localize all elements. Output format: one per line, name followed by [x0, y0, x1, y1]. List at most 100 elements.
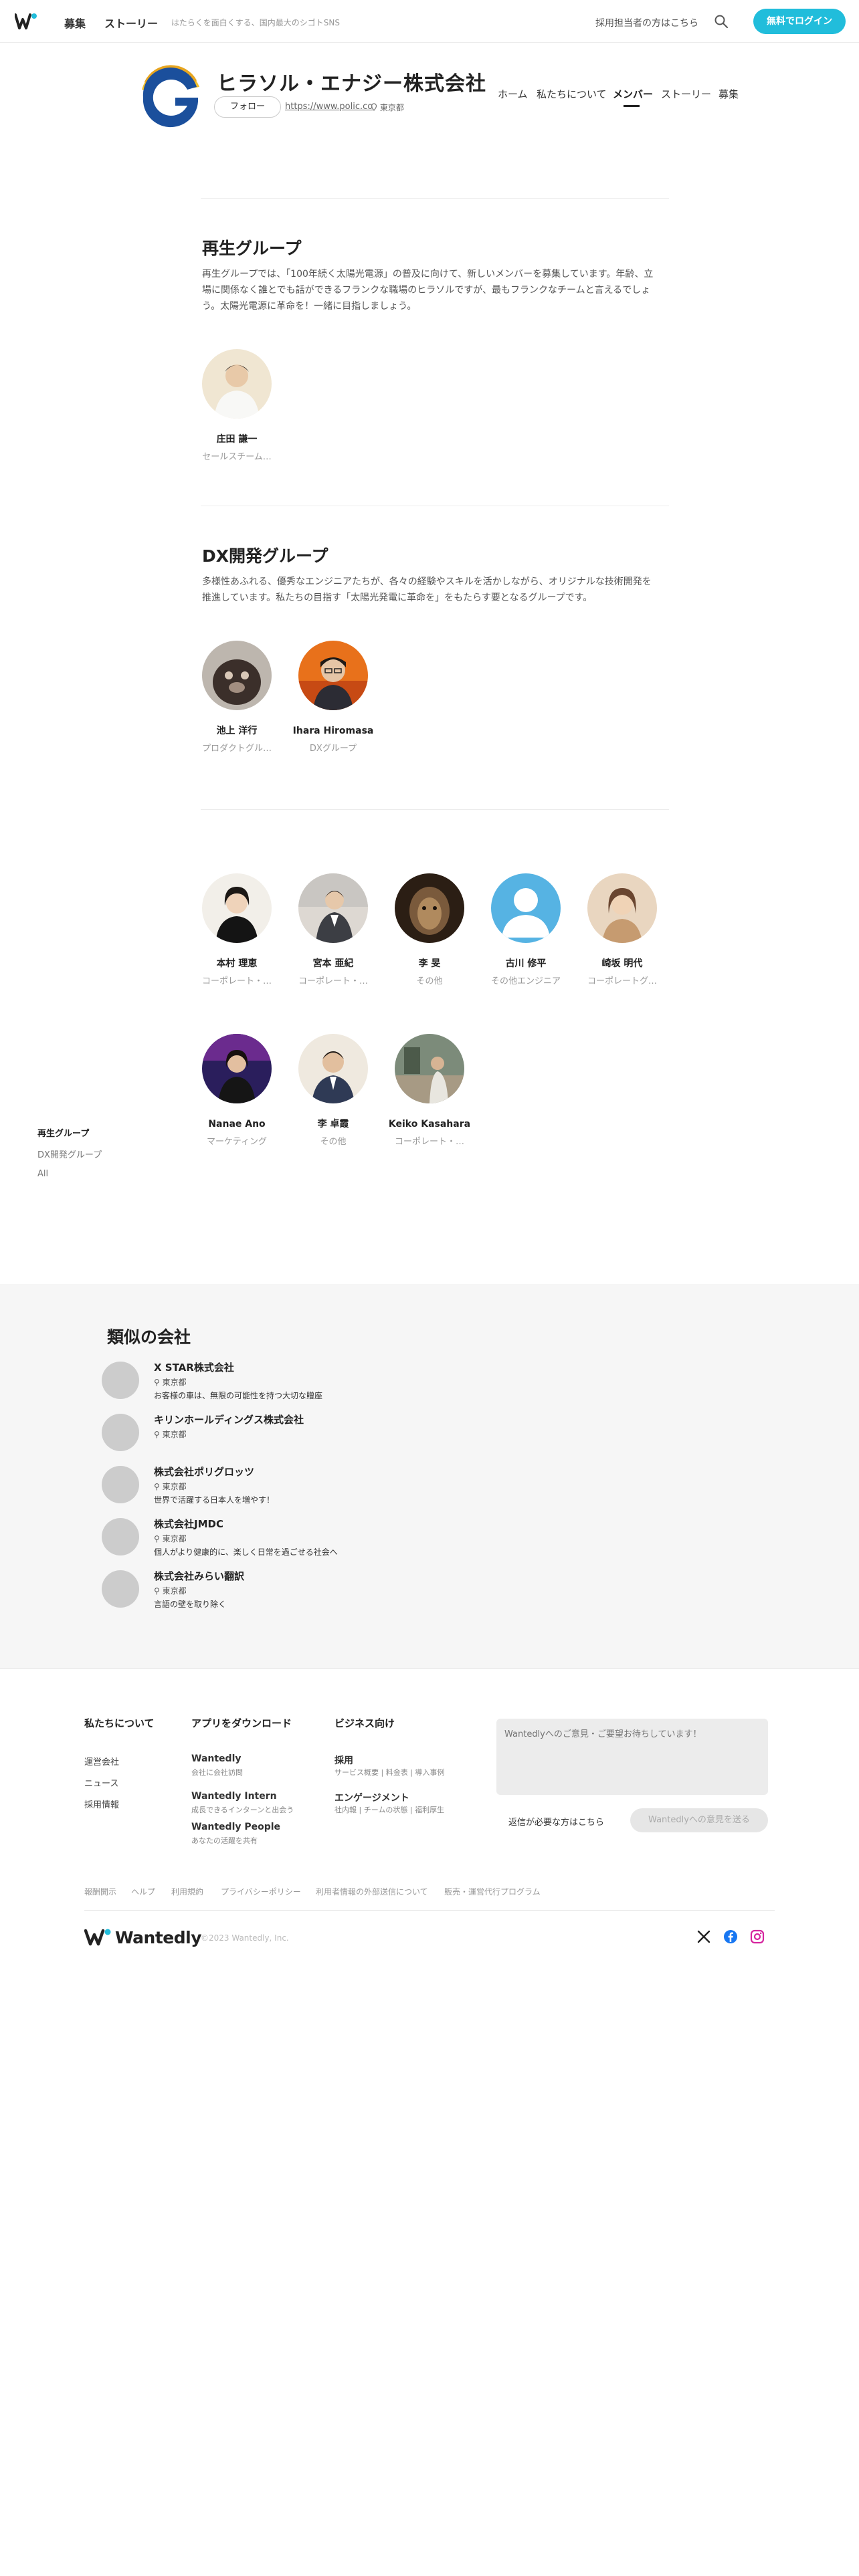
company-location-label: 東京都 — [162, 1586, 187, 1596]
group-description: 再生グループでは、「100年続く太陽光電源」の普及に向けて、新しいメンバーを募集… — [202, 269, 654, 312]
footer-business-heading: ビジネス向け — [335, 1717, 395, 1729]
member-card[interactable]: Ihara Hiromasa DXグループ — [289, 641, 377, 754]
similar-company-item[interactable]: X STAR株式会社 ⚲ 東京都 お客様の車は、無限の可能性を持つ大切な贈座 — [102, 1360, 503, 1403]
member-card[interactable]: Keiko Kasahara コーポレート・… — [385, 1034, 474, 1147]
company-name[interactable]: 株式会社みらい翻訳 — [154, 1569, 244, 1583]
member-name: Ihara Hiromasa — [292, 726, 374, 736]
company-description: 個人がより健康的に、楽しく日常を過ごせる社会へ — [154, 1547, 338, 1557]
company-avatar — [102, 1466, 139, 1503]
footer-biz-sub[interactable]: 社内報 | チームの状態 | 福利厚生 — [335, 1804, 444, 1815]
legal-link[interactable]: 利用規約 — [171, 1886, 203, 1897]
member-card[interactable]: 崎坂 明代 コーポレートグ… — [578, 873, 666, 986]
footer-divider — [0, 1668, 859, 1669]
search-icon[interactable] — [713, 13, 729, 29]
tab-jobs[interactable]: 募集 — [719, 87, 739, 101]
member-avatar — [202, 349, 272, 419]
similar-company-item[interactable]: キリンホールディングス株式会社 ⚲ 東京都 — [102, 1412, 503, 1455]
company-avatar — [102, 1570, 139, 1608]
company-avatar — [102, 1518, 139, 1555]
similar-companies-title: 類似の会社 — [107, 1327, 191, 1347]
side-nav-item-all[interactable]: All — [37, 1169, 48, 1179]
legal-link[interactable]: プライバシーポリシー — [221, 1886, 301, 1897]
footer-app-sub: 成長できるインターンと出会う — [191, 1806, 294, 1814]
member-card[interactable]: Nanae Ano マーケティング — [193, 1034, 281, 1147]
footer-app-sub: あなたの活躍を共有 — [191, 1836, 258, 1845]
member-name: 崎坂 明代 — [601, 958, 643, 969]
recruiter-link[interactable]: 採用担当者の方はこちら — [595, 16, 698, 29]
nav-stories-link[interactable]: ストーリー — [104, 15, 158, 31]
similar-company-item[interactable]: 株式会社JMDC ⚲ 東京都 個人がより健康的に、楽しく日常を過ごせる社会へ — [102, 1517, 503, 1560]
feedback-textarea[interactable] — [496, 1719, 768, 1795]
side-nav-item-dx[interactable]: DX開発グループ — [37, 1148, 102, 1160]
tab-home[interactable]: ホーム — [498, 87, 528, 101]
reply-needed-link[interactable]: 返信が必要な方はこちら — [508, 1815, 604, 1828]
member-card[interactable]: 李 旻 その他 — [385, 873, 474, 986]
x-twitter-icon[interactable] — [696, 1929, 712, 1945]
company-url-link[interactable]: https://www.polic.co — [285, 102, 373, 112]
active-tab-indicator — [624, 105, 640, 107]
facebook-icon[interactable] — [723, 1929, 739, 1945]
footer-apps-heading: アプリをダウンロード — [191, 1717, 292, 1729]
company-location: ⚲ 東京都 — [154, 1533, 187, 1544]
brand-name: Wantedly — [115, 1927, 202, 1947]
similar-company-item[interactable]: 株式会社みらい翻訳 ⚲ 東京都 言語の壁を取り除く — [102, 1569, 503, 1612]
member-avatar — [202, 1034, 272, 1103]
member-card[interactable]: 池上 洋行 プロダクトグル… — [193, 641, 281, 754]
tab-stories[interactable]: ストーリー — [661, 87, 711, 101]
wantedly-logo-icon[interactable] — [15, 13, 37, 30]
follow-button[interactable]: フォロー — [214, 96, 281, 118]
tab-about[interactable]: 私たちについて — [537, 87, 607, 101]
footer-app-intern[interactable]: Wantedly Intern — [191, 1791, 277, 1802]
copyright: ©2023 Wantedly, Inc. — [201, 1933, 289, 1943]
member-avatar — [587, 873, 657, 943]
company-location: ⚲ 東京都 — [154, 1585, 187, 1596]
member-card[interactable]: 本村 理恵 コーポレート・… — [193, 873, 281, 986]
member-role: セールスチーム… — [202, 452, 272, 462]
company-name[interactable]: 株式会社JMDC — [154, 1517, 223, 1531]
member-role: その他 — [416, 976, 443, 986]
similar-company-item[interactable]: 株式会社ポリグロッツ ⚲ 東京都 世界で活躍する日本人を増やす！ — [102, 1465, 503, 1507]
instagram-icon[interactable] — [749, 1929, 765, 1945]
legal-link[interactable]: 販売・運営代行プログラム — [444, 1886, 541, 1897]
footer-biz-engagement[interactable]: エンゲージメント — [335, 1791, 409, 1804]
company-location: ⚲ 東京都 — [154, 1481, 187, 1492]
member-name: 本村 理恵 — [216, 958, 258, 969]
wantedly-logo-icon — [84, 1929, 111, 1946]
member-card[interactable]: 李 卓霞 その他 — [289, 1034, 377, 1147]
footer-link-careers[interactable]: 採用情報 — [84, 1798, 119, 1810]
company-location-label: 東京都 — [162, 1430, 187, 1439]
member-avatar — [202, 873, 272, 943]
nav-jobs-link[interactable]: 募集 — [64, 15, 86, 31]
send-feedback-button[interactable]: Wantedlyへの意見を送る — [630, 1808, 768, 1832]
member-role: その他エンジニア — [490, 976, 561, 986]
tab-members[interactable]: メンバー — [613, 87, 653, 101]
company-name[interactable]: 株式会社ポリグロッツ — [154, 1465, 254, 1479]
login-button[interactable]: 無料でログイン — [753, 9, 846, 34]
footer-link-company[interactable]: 運営会社 — [84, 1755, 119, 1767]
legal-link[interactable]: 利用者情報の外部送信について — [316, 1886, 428, 1897]
member-role: コーポレートグ… — [587, 976, 657, 986]
legal-link[interactable]: ヘルプ — [131, 1886, 155, 1897]
company-description: お客様の車は、無限の可能性を持つ大切な贈座 — [154, 1391, 323, 1400]
member-card[interactable]: 庄田 謙一 セールスチーム… — [193, 349, 281, 462]
member-avatar — [202, 641, 272, 710]
wantedly-footer-logo[interactable]: Wantedly — [84, 1926, 202, 1949]
side-nav-item-regeneration[interactable]: 再生グループ — [37, 1126, 89, 1139]
member-name: 李 旻 — [418, 958, 441, 969]
footer-biz-sub[interactable]: サービス概要 | 料金表 | 導入事例 — [335, 1767, 444, 1778]
footer-link-news[interactable]: ニュース — [84, 1776, 118, 1789]
member-card[interactable]: 古川 修平 その他エンジニア — [482, 873, 570, 986]
legal-link[interactable]: 報酬開示 — [84, 1886, 116, 1897]
footer-app-sub: 会社に会社訪問 — [191, 1768, 243, 1777]
member-card[interactable]: 宮本 亜紀 コーポレート・… — [289, 873, 377, 986]
footer-app-people[interactable]: Wantedly People — [191, 1822, 280, 1832]
footer-app-wantedly[interactable]: Wantedly — [191, 1753, 242, 1764]
company-description: 世界で活躍する日本人を増やす！ — [154, 1495, 275, 1505]
location-pin-icon: ⚲ — [154, 1430, 163, 1439]
company-name[interactable]: キリンホールディングス株式会社 — [154, 1412, 304, 1426]
company-name[interactable]: X STAR株式会社 — [154, 1360, 234, 1374]
company-avatar — [102, 1414, 139, 1451]
top-nav: 募集 ストーリー はたらくを面白くする、国内最大のシゴトSNS 採用担当者の方は… — [0, 0, 859, 43]
footer-biz-recruiting[interactable]: 採用 — [335, 1753, 353, 1767]
group-title: DX開発グループ — [202, 546, 328, 566]
